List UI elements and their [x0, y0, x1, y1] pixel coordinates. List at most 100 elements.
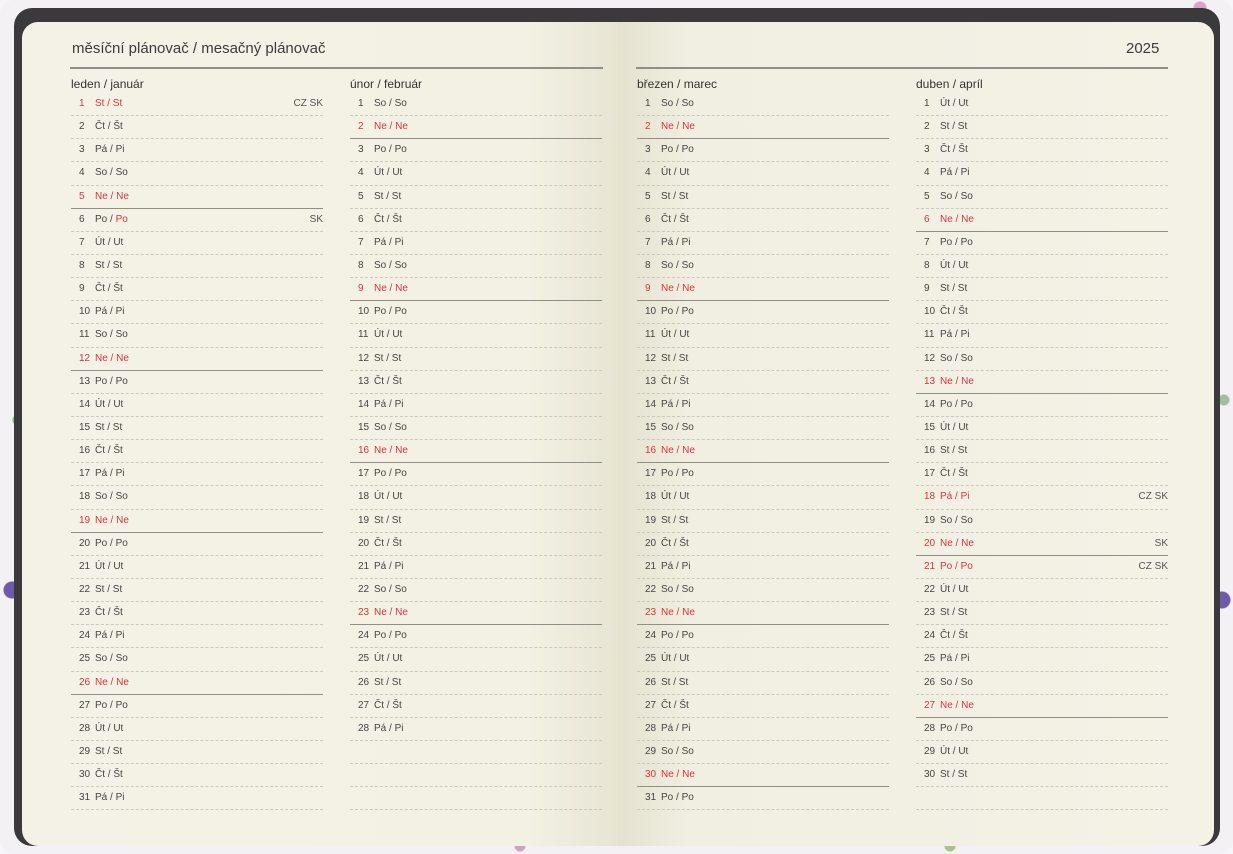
day-row[interactable]: 5 St / St — [637, 186, 889, 209]
day-row[interactable]: 25 So / So — [71, 648, 323, 672]
day-row[interactable]: 27 Čt / Št — [637, 695, 889, 718]
day-row[interactable]: 18 So / So — [71, 486, 323, 510]
day-row[interactable]: 10 Po / Po — [637, 301, 889, 325]
day-row[interactable]: 21 Pá / Pi — [350, 556, 602, 579]
day-row[interactable]: 4 So / So — [71, 162, 323, 186]
day-row[interactable]: 12 St / St — [637, 348, 889, 371]
day-row[interactable]: 26 St / St — [637, 672, 889, 695]
day-row[interactable]: 26 Ne / Ne — [71, 672, 323, 695]
day-row[interactable]: 26 So / So — [916, 672, 1168, 695]
empty-row[interactable] — [350, 787, 602, 811]
day-row[interactable]: 3 Po / Po — [350, 139, 602, 163]
day-row[interactable]: 6 Ne / Ne — [916, 209, 1168, 232]
day-row[interactable]: 27 Čt / Št — [350, 695, 602, 718]
day-row[interactable]: 7 Pá / Pi — [637, 232, 889, 255]
day-row[interactable]: 10 Pá / Pi — [71, 301, 323, 325]
day-row[interactable]: 29 Út / Ut — [916, 741, 1168, 765]
day-row[interactable]: 22 Út / Ut — [916, 579, 1168, 603]
day-row[interactable]: 14 Pá / Pi — [637, 394, 889, 417]
day-row[interactable]: 20 Po / Po — [71, 533, 323, 556]
day-row[interactable]: 14 Po / Po — [916, 394, 1168, 417]
day-row[interactable]: 9 Čt / Št — [71, 278, 323, 302]
day-row[interactable]: 10 Čt / Št — [916, 301, 1168, 325]
day-row[interactable]: 10 Po / Po — [350, 301, 602, 325]
day-row[interactable]: 16 Čt / Št — [71, 440, 323, 464]
day-row[interactable]: 7 Po / Po — [916, 232, 1168, 255]
day-row[interactable]: 30 St / St — [916, 764, 1168, 788]
day-row[interactable]: 17 Čt / Št — [916, 463, 1168, 487]
day-row[interactable]: 1 So / So — [637, 93, 889, 117]
day-row[interactable]: 1 St / St CZ SK — [71, 93, 323, 117]
day-row[interactable]: 16 Ne / Ne — [350, 440, 602, 464]
day-row[interactable]: 19 Ne / Ne — [71, 510, 323, 533]
day-row[interactable]: 20 Ne / Ne SK — [916, 533, 1168, 556]
day-row[interactable]: 23 Ne / Ne — [350, 602, 602, 626]
day-row[interactable]: 28 Út / Ut — [71, 718, 323, 741]
day-row[interactable]: 17 Po / Po — [350, 463, 602, 487]
day-row[interactable]: 3 Pá / Pi — [71, 139, 323, 163]
day-row[interactable]: 31 Pá / Pi — [71, 787, 323, 811]
day-row[interactable]: 24 Pá / Pi — [71, 625, 323, 649]
day-row[interactable]: 13 Čt / Št — [637, 371, 889, 394]
day-row[interactable]: 6 Čt / Št — [637, 209, 889, 232]
day-row[interactable]: 12 So / So — [916, 348, 1168, 371]
day-row[interactable]: 23 Ne / Ne — [637, 602, 889, 626]
day-row[interactable]: 18 Út / Ut — [637, 486, 889, 510]
day-row[interactable]: 16 Ne / Ne — [637, 440, 889, 464]
day-row[interactable]: 21 Po / Po CZ SK — [916, 556, 1168, 579]
day-row[interactable]: 25 Út / Ut — [350, 648, 602, 672]
day-row[interactable]: 9 Ne / Ne — [350, 278, 602, 302]
day-row[interactable]: 20 Čt / Št — [637, 533, 889, 556]
day-row[interactable]: 15 So / So — [350, 417, 602, 441]
day-row[interactable]: 17 Pá / Pi — [71, 463, 323, 487]
day-row[interactable]: 7 Pá / Pi — [350, 232, 602, 255]
day-row[interactable]: 28 Pá / Pi — [637, 718, 889, 741]
empty-row[interactable] — [350, 741, 602, 765]
day-row[interactable]: 22 So / So — [637, 579, 889, 603]
day-row[interactable]: 24 Po / Po — [637, 625, 889, 649]
day-row[interactable]: 8 So / So — [637, 255, 889, 279]
day-row[interactable]: 28 Pá / Pi — [350, 718, 602, 741]
day-row[interactable]: 31 Po / Po — [637, 787, 889, 811]
day-row[interactable]: 7 Út / Ut — [71, 232, 323, 255]
day-row[interactable]: 2 Ne / Ne — [350, 116, 602, 140]
empty-row[interactable] — [916, 787, 1168, 811]
day-row[interactable]: 14 Út / Ut — [71, 394, 323, 417]
empty-row[interactable] — [350, 764, 602, 788]
day-row[interactable]: 6 Čt / Št — [350, 209, 602, 232]
day-row[interactable]: 27 Po / Po — [71, 695, 323, 718]
day-row[interactable]: 9 St / St — [916, 278, 1168, 302]
day-row[interactable]: 4 Út / Ut — [350, 162, 602, 186]
day-row[interactable]: 20 Čt / Št — [350, 533, 602, 556]
day-row[interactable]: 3 Čt / Št — [916, 139, 1168, 163]
day-row[interactable]: 11 Út / Ut — [637, 324, 889, 348]
day-row[interactable]: 8 So / So — [350, 255, 602, 279]
day-row[interactable]: 13 Ne / Ne — [916, 371, 1168, 394]
day-row[interactable]: 16 St / St — [916, 440, 1168, 464]
day-row[interactable]: 8 St / St — [71, 255, 323, 279]
day-row[interactable]: 22 So / So — [350, 579, 602, 603]
day-row[interactable]: 30 Čt / Št — [71, 764, 323, 788]
day-row[interactable]: 29 So / So — [637, 741, 889, 765]
day-row[interactable]: 1 So / So — [350, 93, 602, 117]
day-row[interactable]: 18 Pá / Pi CZ SK — [916, 486, 1168, 510]
day-row[interactable]: 17 Po / Po — [637, 463, 889, 487]
day-row[interactable]: 22 St / St — [71, 579, 323, 603]
day-row[interactable]: 30 Ne / Ne — [637, 764, 889, 788]
day-row[interactable]: 1 Út / Ut — [916, 93, 1168, 117]
day-row[interactable]: 24 Po / Po — [350, 625, 602, 649]
day-row[interactable]: 15 Út / Ut — [916, 417, 1168, 441]
day-row[interactable]: 13 Čt / Št — [350, 371, 602, 394]
day-row[interactable]: 26 St / St — [350, 672, 602, 695]
day-row[interactable]: 27 Ne / Ne — [916, 695, 1168, 718]
day-row[interactable]: 15 So / So — [637, 417, 889, 441]
day-row[interactable]: 19 St / St — [350, 510, 602, 533]
day-row[interactable]: 12 St / St — [350, 348, 602, 371]
day-row[interactable]: 2 Čt / Št — [71, 116, 323, 140]
day-row[interactable]: 19 So / So — [916, 510, 1168, 533]
day-row[interactable]: 15 St / St — [71, 417, 323, 441]
day-row[interactable]: 4 Út / Ut — [637, 162, 889, 186]
day-row[interactable]: 11 Út / Ut — [350, 324, 602, 348]
day-row[interactable]: 25 Út / Ut — [637, 648, 889, 672]
day-row[interactable]: 19 St / St — [637, 510, 889, 533]
